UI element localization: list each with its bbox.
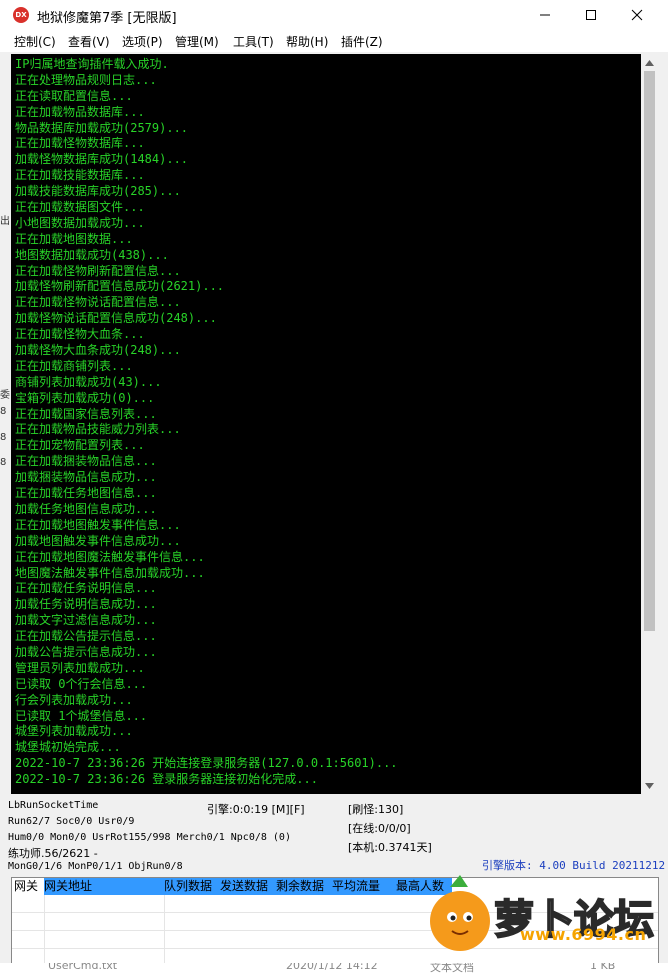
console-line: 行会列表加载成功...: [15, 692, 133, 707]
menu-options[interactable]: 选项(P): [122, 33, 163, 50]
background-file-date: 2020/1/12 14:12: [286, 963, 378, 972]
console-line: 物品数据库加载成功(2579)...: [15, 120, 189, 135]
console-line: 正在加载怪物说话配置信息...: [15, 295, 181, 310]
column-header-queue-data[interactable]: 队列数据: [164, 878, 220, 895]
console-line: 城堡城初始完成...: [15, 740, 121, 755]
console-line: 地图魔法触发事件信息加载成功...: [15, 565, 205, 580]
close-icon: [631, 9, 643, 21]
console-line: 加载任务地图信息成功...: [15, 501, 157, 516]
column-divider: [44, 895, 45, 964]
online-count: [在线:0/0/0]: [348, 822, 411, 835]
edge-char: 8: [0, 432, 7, 443]
scroll-up-icon[interactable]: [641, 54, 658, 71]
console-line: IP归属地查询插件载入成功.: [15, 57, 169, 71]
console-line: 正在加载物品技能威力列表...: [15, 422, 181, 437]
menu-control[interactable]: 控制(C): [14, 33, 56, 50]
console-line: 正在加载怪物大血条...: [15, 327, 145, 342]
scroll-thumb[interactable]: [644, 71, 655, 631]
console-line: 正在加载地图魔法触发事件信息...: [15, 549, 205, 564]
hum-status: Hum0/0 Mon0/0 UsrRot155/998 Merch0/1 Npc…: [8, 832, 291, 843]
menu-help[interactable]: 帮助(H): [286, 33, 328, 50]
console-line: 正在加载任务地图信息...: [15, 486, 157, 501]
menu-plugins[interactable]: 插件(Z): [341, 33, 383, 50]
console-line: 商铺列表加载成功(43)...: [15, 374, 162, 389]
column-header-send-data[interactable]: 发送数据: [220, 878, 276, 895]
console-line: 已读取 0个行会信息...: [15, 676, 148, 691]
console-line: 加载怪物数据库成功(1484)...: [15, 152, 189, 167]
mon-status: MonG0/1/6 MonP0/1/1 ObjRun0/8: [8, 861, 183, 872]
console-line: 正在加载地图触发事件信息...: [15, 517, 181, 532]
trainer-status: 练功师.56/2621 -: [8, 847, 98, 860]
watermark-url: www.6994.cn: [520, 925, 647, 944]
column-header-average-flow[interactable]: 平均流量: [332, 878, 396, 895]
console-line: 正在加载怪物刷新配置信息...: [15, 263, 181, 278]
console-line: 正在加载数据图文件...: [15, 200, 145, 215]
close-button[interactable]: [614, 0, 660, 30]
console-line: 2022-10-7 23:36:26 登录服务器连接初始化完成...: [15, 772, 318, 787]
console-line: 加载怪物大血条成功(248)...: [15, 343, 181, 358]
edge-char: 8: [0, 457, 7, 468]
console-line: 加载任务说明信息成功...: [15, 597, 157, 612]
edge-char: 8: [0, 406, 7, 417]
menu-tools[interactable]: 工具(T): [233, 33, 274, 50]
console-line: 加载文字过滤信息成功...: [15, 613, 157, 628]
refresh-monster: [刷怪:130]: [348, 803, 404, 816]
local-uptime: [本机:0.3741天]: [348, 841, 432, 854]
status-panel: LbRunSocketTime 引擎:0:0:19 [M][F] [刷怪:130…: [0, 796, 668, 876]
background-file-name: UserCmd.txt: [48, 963, 118, 972]
maximize-icon: [586, 10, 596, 20]
socket-status: LbRunSocketTime: [8, 800, 99, 811]
console-line: 正在加载任务说明信息...: [15, 581, 157, 596]
console-line: 小地图数据加载成功...: [15, 215, 145, 230]
console-line: 加载捆装物品信息成功...: [15, 470, 157, 485]
console-lines: IP归属地查询插件载入成功. 正在处理物品规则日志... 正在读取配置信息... 正在…: [11, 54, 641, 788]
scroll-down-icon[interactable]: [641, 777, 658, 794]
console-line: 加载公告提示信息成功...: [15, 644, 157, 659]
engine-version: 引擎版本: 4.00 Build 20211212: [482, 859, 666, 872]
title-bar: DX 地狱修魔第7季 [无限版]: [0, 0, 668, 30]
carrot-icon: [430, 891, 490, 951]
console-line: 正在加载地图数据...: [15, 231, 133, 246]
app-icon: DX: [13, 7, 29, 23]
console-line: 加载地图触发事件信息成功...: [15, 533, 181, 548]
menu-view[interactable]: 查看(V): [68, 33, 110, 50]
column-header-remaining-data[interactable]: 剩余数据: [276, 878, 332, 895]
menu-bar: 控制(C) 查看(V) 选项(P) 管理(M) 工具(T) 帮助(H) 插件(Z…: [0, 30, 668, 52]
edge-char: 委: [0, 390, 10, 401]
console-line: 正在加宠物配置列表...: [15, 438, 145, 453]
column-header-gateway-address[interactable]: 网关地址: [44, 878, 164, 895]
window-title: 地狱修魔第7季 [无限版]: [37, 11, 177, 26]
console-line: 宝箱列表加载成功(0)...: [15, 390, 155, 405]
console-line: 城堡列表加载成功...: [15, 724, 133, 739]
console-line: 加载技能数据库成功(285)...: [15, 184, 181, 199]
edge-char: 出: [0, 216, 10, 227]
vertical-scrollbar[interactable]: [641, 54, 658, 794]
console-log[interactable]: IP归属地查询插件载入成功. 正在处理物品规则日志... 正在读取配置信息... 正在…: [11, 54, 641, 794]
run-status: Run62/7 Soc0/0 Usr0/9: [8, 816, 135, 827]
console-line: 管理员列表加载成功...: [15, 660, 145, 675]
console-line: 已读取 1个城堡信息...: [15, 708, 148, 723]
console-line: 正在加载国家信息列表...: [15, 406, 157, 421]
minimize-icon: [540, 14, 550, 16]
console-line: 正在加载捆装物品信息...: [15, 454, 157, 469]
console-line: 2022-10-7 23:36:26 开始连接登录服务器(127.0.0.1:5…: [15, 756, 398, 771]
console-line: 加载怪物刷新配置信息成功(2621)...: [15, 279, 225, 294]
console-line: 正在加载技能数据库...: [15, 168, 145, 183]
left-edge: 出 委 8 8 8: [0, 54, 11, 794]
console-line: 正在加载公告提示信息...: [15, 629, 157, 644]
console-line: 正在加载物品数据库...: [15, 104, 145, 119]
watermark-logo: 萝卜论坛: [430, 875, 655, 951]
console-line: 正在读取配置信息...: [15, 88, 133, 103]
column-divider: [164, 895, 165, 964]
console-line: 正在加载怪物数据库...: [15, 136, 145, 151]
console-line: 地图数据加载成功(438)...: [15, 247, 169, 262]
maximize-button[interactable]: [568, 0, 614, 30]
console-line: 正在加载商铺列表...: [15, 358, 133, 373]
console-line: 正在处理物品规则日志...: [15, 72, 157, 87]
minimize-button[interactable]: [522, 0, 568, 30]
menu-manage[interactable]: 管理(M): [175, 33, 219, 50]
column-header-gateway[interactable]: 网关: [14, 878, 44, 895]
engine-time: 引擎:0:0:19 [M][F]: [207, 803, 305, 816]
console-line: 加载怪物说话配置信息成功(248)...: [15, 311, 217, 326]
